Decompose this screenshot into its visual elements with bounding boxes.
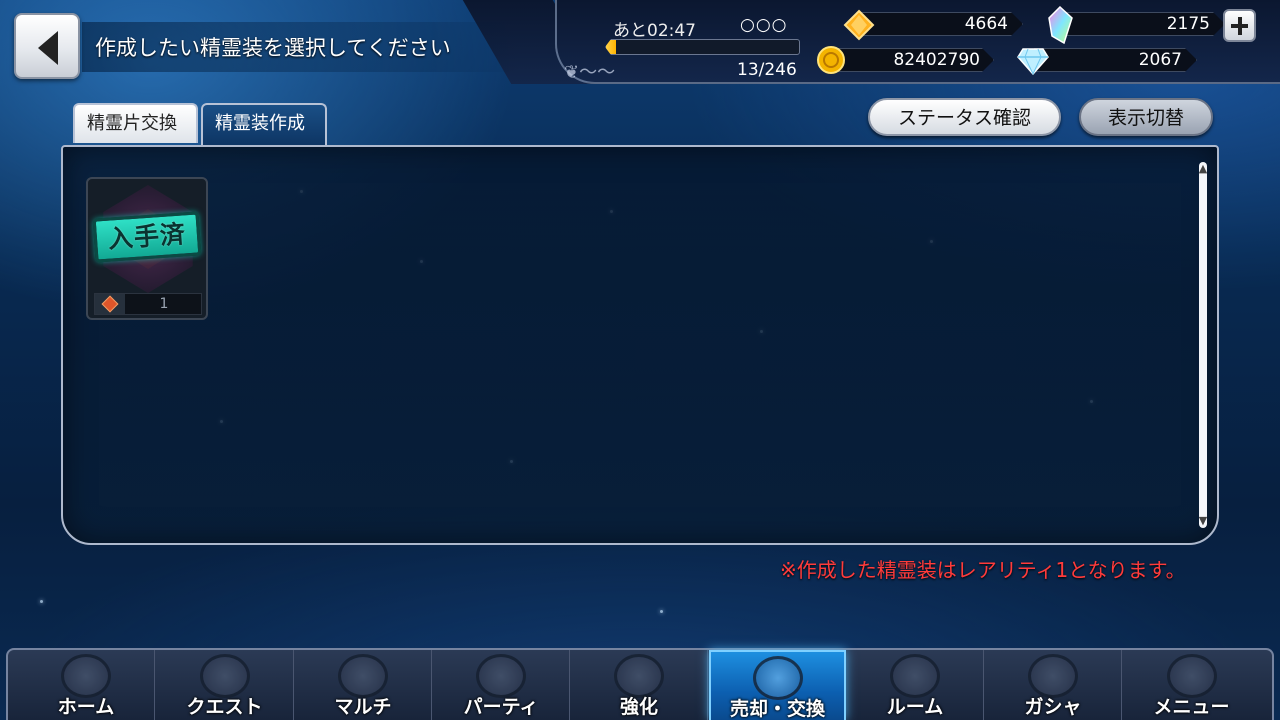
rainbow-crystal-icon xyxy=(1048,6,1073,44)
scroll-down-icon[interactable]: ▼ xyxy=(1195,514,1211,528)
nav-label: ルーム xyxy=(886,696,944,718)
back-arrow-icon xyxy=(38,31,58,65)
nav-label: メニュー xyxy=(1153,696,1230,718)
nav-multi[interactable]: マルチ xyxy=(295,650,432,720)
star-particle xyxy=(660,610,663,613)
nav-label: 強化 xyxy=(619,696,658,718)
item-count-bar: 1 xyxy=(94,293,202,315)
nav-label: パーティ xyxy=(463,696,539,718)
stamina-timer: あと02:47 xyxy=(613,21,696,41)
tab-spirit-shard-exchange[interactable]: 精霊片交換 xyxy=(73,103,198,143)
add-crystal-button[interactable] xyxy=(1223,9,1256,42)
crystal-count: 2175 xyxy=(1166,14,1210,34)
gold-coin-icon xyxy=(817,46,845,74)
stamina-bar xyxy=(605,39,800,55)
item-quantity: 1 xyxy=(159,296,169,312)
obtained-stamp: 入手済 xyxy=(92,211,202,263)
scroll-up-icon[interactable]: ▲ xyxy=(1195,162,1211,176)
diamond-count: 2067 xyxy=(1138,50,1182,70)
nav-enhance[interactable]: 強化 xyxy=(571,650,708,720)
nav-home[interactable]: ホーム xyxy=(18,650,155,720)
nav-quest[interactable]: クエスト xyxy=(156,650,294,720)
scroll-track[interactable] xyxy=(1199,162,1207,528)
nav-party[interactable]: パーティ xyxy=(433,650,570,720)
nav-room[interactable]: ルーム xyxy=(847,650,984,720)
display-toggle-button[interactable]: 表示切替 xyxy=(1079,98,1213,136)
stamina-circles: ○○○ xyxy=(740,15,788,35)
page-title: 作成したい精霊装を選択してください xyxy=(95,36,451,60)
nav-label: 売却・交換 xyxy=(729,698,825,720)
item-element-box xyxy=(95,294,125,314)
nav-label: ガシャ xyxy=(1024,696,1082,718)
nav-gacha[interactable]: ガシャ xyxy=(985,650,1122,720)
nav-label: マルチ xyxy=(334,696,392,718)
gem-count: 4664 xyxy=(964,14,1008,34)
status-check-button[interactable]: ステータス確認 xyxy=(868,98,1061,136)
diamond-icon xyxy=(1017,48,1049,75)
tab-spirit-gear-create[interactable]: 精霊装作成 xyxy=(201,103,327,147)
stamina-count: 13/246 xyxy=(737,60,797,80)
nav-sell-exchange[interactable]: 売却・交換 xyxy=(709,650,846,720)
gold-count: 82402790 xyxy=(893,50,980,70)
back-button[interactable] xyxy=(14,13,80,79)
nav-label: ホーム xyxy=(57,696,115,718)
nav-menu[interactable]: メニュー xyxy=(1123,650,1260,720)
fire-element-icon xyxy=(101,295,119,313)
orange-gem-icon xyxy=(843,9,875,41)
ornament-icon: ❦〜〜 xyxy=(564,62,616,83)
rarity-note: ※作成した精霊装はレアリティ1となります。 xyxy=(780,558,1186,582)
star-particle xyxy=(40,600,43,603)
scrollbar[interactable]: ▲ ▼ xyxy=(1195,162,1211,528)
nav-label: クエスト xyxy=(186,696,263,718)
item-list-panel xyxy=(61,145,1219,545)
